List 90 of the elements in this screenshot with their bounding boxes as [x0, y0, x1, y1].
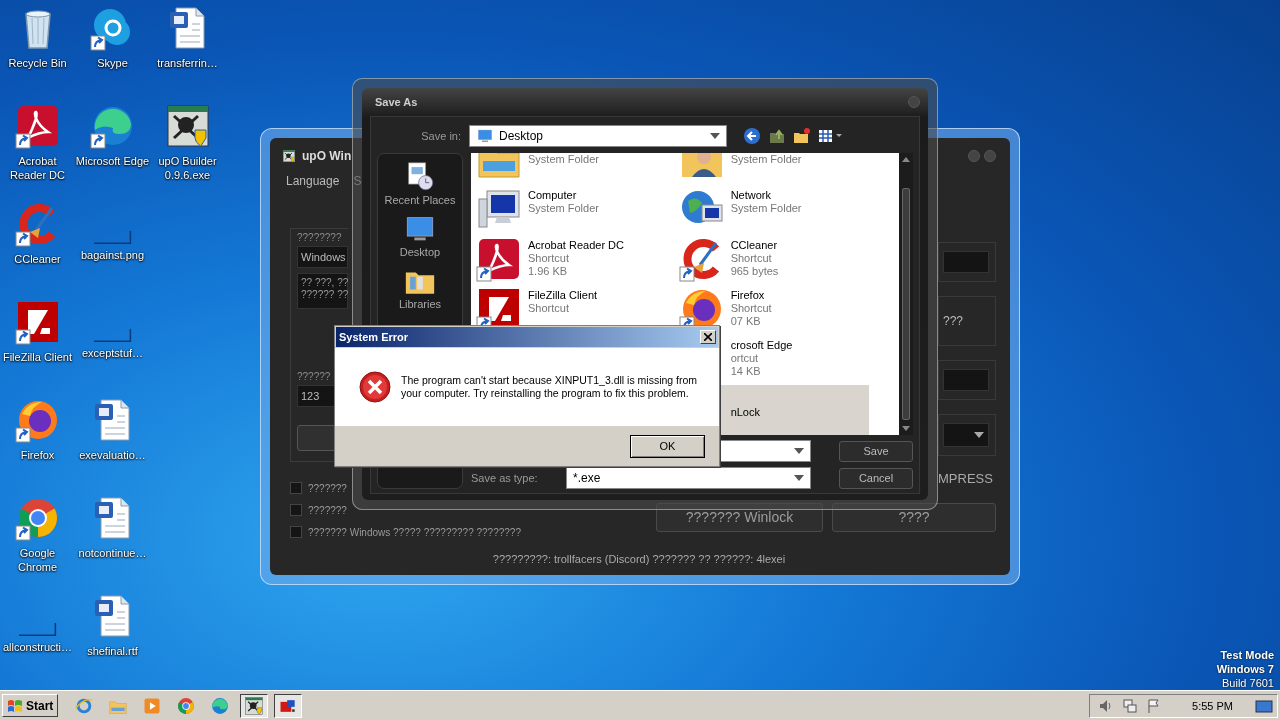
caret-icon	[794, 475, 804, 481]
scrollbar[interactable]	[899, 153, 913, 435]
checkbox-label: ??????? Windows ????? ????????? ????????	[308, 526, 521, 538]
start-button[interactable]: Start	[2, 694, 59, 717]
skull-icon	[282, 149, 296, 163]
desktop-shortcut[interactable]: bagainst.png	[75, 200, 150, 298]
file-type-label: Save as type:	[471, 472, 539, 484]
new-folder-icon[interactable]	[793, 127, 811, 145]
save-button[interactable]: Save	[839, 440, 913, 462]
system-info-text: Test Mode	[1219, 648, 1274, 662]
window-control[interactable]	[908, 96, 920, 108]
file-item[interactable]: System Folder	[471, 153, 666, 185]
desktop-shortcut[interactable]: notcontinue…	[75, 494, 150, 592]
input-field[interactable]	[943, 369, 989, 391]
window-control[interactable]	[968, 150, 980, 162]
action-button[interactable]: ????	[832, 502, 996, 532]
desktop-shortcut[interactable]: CCleaner	[0, 200, 75, 298]
field-label: ????????	[297, 232, 343, 245]
mode-label: MPRESS	[938, 470, 993, 488]
desktop-shortcut[interactable]: FileZilla Client	[0, 298, 75, 396]
skull-icon	[244, 695, 265, 716]
desktop-shortcut[interactable]: Acrobat Reader DC	[0, 102, 75, 200]
clock[interactable]: 5:55 PM	[1192, 699, 1233, 712]
field-label: ??????	[297, 371, 332, 384]
system-info-text: Build 7601	[1221, 676, 1274, 690]
file-item[interactable]: CCleaner Shortcut 965 bytes	[673, 235, 869, 285]
desktop-shortcut[interactable]: Skype	[75, 4, 150, 102]
save-in-label: Save in:	[420, 130, 462, 142]
flag-logo-icon	[7, 698, 23, 713]
desktop-shortcut[interactable]: shefinal.rtf	[75, 592, 150, 690]
taskbar-button[interactable]	[274, 693, 303, 718]
browser-icon	[210, 695, 231, 716]
view-menu-icon[interactable]	[818, 128, 844, 144]
location-dropdown[interactable]: Desktop	[469, 125, 727, 147]
desktop-shortcut[interactable]: upO Builder 0.9.6.exe	[150, 102, 225, 200]
file-item[interactable]: Network System Folder	[673, 185, 869, 235]
caret-icon	[794, 448, 804, 454]
dropdown[interactable]	[943, 423, 989, 447]
input-field[interactable]	[943, 251, 989, 273]
place-item[interactable]: Recent Places	[384, 160, 456, 206]
place-item[interactable]: Desktop	[399, 212, 441, 258]
desktop-shortcut[interactable]: Recycle Bin	[0, 4, 75, 102]
file-item[interactable]: System Folder	[673, 153, 869, 185]
cancel-button[interactable]: Cancel	[839, 467, 913, 489]
close-icon	[704, 333, 712, 341]
scroll-up-icon[interactable]	[902, 157, 910, 162]
scroll-down-icon[interactable]	[902, 426, 910, 431]
checkbox-label: ???????	[308, 482, 347, 494]
text-line: ?????? ??	[301, 289, 349, 300]
desktop-shortcut[interactable]: exceptstuf…	[75, 298, 150, 396]
error-icon	[359, 371, 391, 403]
desktop-shortcut[interactable]: transferrin…	[150, 4, 225, 102]
file-item[interactable]: Computer System Folder	[471, 185, 666, 235]
desktop-shortcut[interactable]: exevaluatio…	[75, 396, 150, 494]
ok-button[interactable]: OK	[630, 434, 705, 458]
window-control[interactable]	[984, 150, 996, 162]
place-item[interactable]: Libraries	[398, 264, 442, 310]
option-label: ???	[943, 314, 964, 328]
desktop-icon	[476, 127, 494, 145]
file-type-dropdown[interactable]: *.exe	[566, 467, 811, 489]
up-folder-icon[interactable]	[768, 127, 786, 145]
network-icon[interactable]	[1122, 697, 1139, 714]
back-icon[interactable]	[743, 127, 761, 145]
thumbnail-icon	[18, 620, 57, 637]
menu-item[interactable]: Language	[286, 174, 340, 188]
title-bar: System Error	[336, 327, 718, 347]
desktop-shortcut[interactable]: Firefox	[0, 396, 75, 494]
thumbnail-icon	[93, 228, 132, 245]
text-area[interactable]: ?? ???, ?? ?????? ??	[297, 273, 348, 309]
winlock-button[interactable]: ??????? Winlock	[656, 502, 823, 532]
caret-icon	[974, 432, 984, 438]
checkbox[interactable]	[290, 482, 302, 494]
browser-icon	[176, 695, 197, 716]
desktop-shortcut[interactable]: Microsoft Edge	[75, 102, 150, 200]
show-desktop-icon[interactable]	[1255, 697, 1273, 714]
checkbox-label: ???????	[308, 504, 347, 516]
checkbox[interactable]	[290, 526, 302, 538]
close-button[interactable]	[700, 330, 716, 344]
dialog-title: Save As	[375, 96, 418, 108]
desktop-shortcut[interactable]: allconstructi…	[0, 592, 75, 690]
credits-text: ?????????: trollfacers (Discord) ??????? ?? ??????: 4lexei	[491, 553, 787, 567]
window-title: upO Win	[302, 149, 352, 163]
desktop-shortcut[interactable]: Google Chrome	[0, 494, 75, 592]
taskbar-button[interactable]	[240, 693, 269, 718]
system-info-text: Windows 7	[1216, 662, 1274, 676]
file-item[interactable]: Acrobat Reader DC Shortcut 1.96 KB	[471, 235, 666, 285]
thumbnail-icon	[93, 326, 132, 343]
checkbox[interactable]	[290, 504, 302, 516]
text-line: ?? ???, ??	[301, 277, 349, 288]
input-field[interactable]: Windows	[297, 246, 348, 268]
